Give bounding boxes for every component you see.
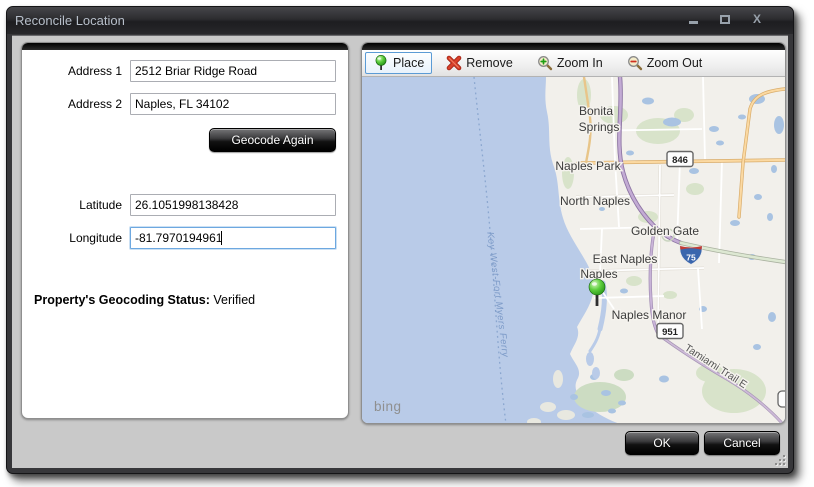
zoom-in-button[interactable]: Zoom In xyxy=(529,52,611,74)
geocoding-status-label: Property's Geocoding Status: xyxy=(34,293,210,307)
window-title: Reconcile Location xyxy=(15,13,125,28)
latitude-label: Latitude xyxy=(40,198,122,212)
place-button[interactable]: Place xyxy=(365,52,432,74)
svg-text:951: 951 xyxy=(662,327,679,338)
dialog-content: Address 1 Address 2 Geocode Again Latitu… xyxy=(12,35,788,468)
close-icon[interactable]: X xyxy=(749,11,765,27)
map-label-bonita-springs: Bonita xyxy=(579,104,613,118)
map-shield-846: 846 xyxy=(667,152,693,167)
zoom-out-button[interactable]: Zoom Out xyxy=(619,52,711,74)
resize-grip[interactable] xyxy=(774,454,785,465)
maximize-icon[interactable] xyxy=(717,11,733,27)
geocode-again-button[interactable]: Geocode Again xyxy=(209,128,336,152)
zoom-in-icon xyxy=(537,55,553,71)
geocoding-status: Property's Geocoding Status: Verified xyxy=(34,293,255,307)
panel-header-strip xyxy=(22,43,348,50)
address2-label: Address 2 xyxy=(40,97,122,111)
remove-button-label: Remove xyxy=(466,56,513,70)
minimize-icon[interactable] xyxy=(685,11,701,27)
map-view[interactable]: Key West-Fort Myers Ferry Bonita Springs… xyxy=(362,77,785,423)
text-caret xyxy=(221,231,222,245)
panel-header-strip xyxy=(362,43,785,50)
zoom-out-button-label: Zoom Out xyxy=(647,56,703,70)
map-label-east-naples: East Naples xyxy=(593,252,658,266)
map-label-north-naples: North Naples xyxy=(560,194,630,208)
map-label-naples: Naples xyxy=(580,267,617,281)
map-shield-41: 41 xyxy=(778,391,785,407)
geocoding-status-value: Verified xyxy=(213,293,255,307)
latitude-field[interactable] xyxy=(130,194,336,216)
address2-field[interactable] xyxy=(130,93,336,115)
longitude-label: Longitude xyxy=(40,231,122,245)
map-toolbar: Place Remove Zoom In xyxy=(362,50,785,77)
reconcile-location-dialog: Reconcile Location X Address 1 Address 2… xyxy=(6,6,794,474)
remove-icon xyxy=(446,55,462,71)
svg-text:75: 75 xyxy=(686,253,696,263)
zoom-in-button-label: Zoom In xyxy=(557,56,603,70)
svg-text:846: 846 xyxy=(672,155,688,166)
map-panel: Place Remove Zoom In xyxy=(361,42,786,424)
bing-map[interactable]: Key West-Fort Myers Ferry Bonita Springs… xyxy=(362,77,785,424)
map-label-naples-manor: Naples Manor xyxy=(612,308,687,322)
title-bar[interactable]: Reconcile Location X xyxy=(7,7,793,34)
map-label-golden-gate: Golden Gate xyxy=(631,224,699,238)
map-label-naples-park: Naples Park xyxy=(555,159,621,173)
map-label-bonita-springs-2: Springs xyxy=(579,120,620,134)
address1-field[interactable] xyxy=(130,60,336,82)
place-button-label: Place xyxy=(393,56,424,70)
bing-logo: bing xyxy=(374,399,402,414)
map-shield-951: 951 xyxy=(657,324,683,339)
ok-button[interactable]: OK xyxy=(625,431,699,455)
pushpin-icon xyxy=(373,55,389,71)
zoom-out-icon xyxy=(627,55,643,71)
remove-button[interactable]: Remove xyxy=(438,52,521,74)
address-form-panel: Address 1 Address 2 Geocode Again Latitu… xyxy=(21,42,349,419)
cancel-button[interactable]: Cancel xyxy=(704,431,780,455)
address1-label: Address 1 xyxy=(40,64,122,78)
longitude-field[interactable] xyxy=(130,227,336,249)
